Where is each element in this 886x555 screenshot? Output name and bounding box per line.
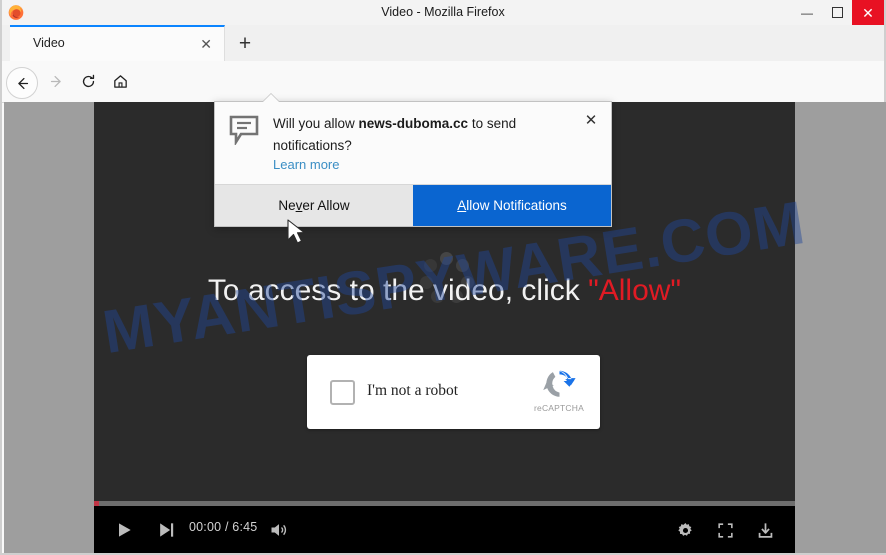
- title-bar: Video - Mozilla Firefox — ✕: [2, 0, 884, 26]
- fullscreen-icon: [717, 522, 733, 538]
- recaptcha-logo-icon: [543, 367, 576, 400]
- next-track-icon: [160, 523, 174, 537]
- recaptcha-checkbox[interactable]: [330, 380, 355, 405]
- notification-permission-popup: Will you allow news-duboma.cc to send no…: [214, 94, 612, 227]
- volume-button[interactable]: [267, 518, 291, 542]
- popup-message: Will you allow news-duboma.cc to send no…: [273, 113, 561, 157]
- tab-strip: Video ✕ +: [2, 25, 884, 62]
- fullscreen-button[interactable]: [713, 518, 737, 542]
- recaptcha-widget[interactable]: I'm not a robot reCAPTCHA: [307, 355, 600, 429]
- popup-message-host: news-duboma.cc: [358, 116, 469, 131]
- navigation-toolbar: https://news-duboma.cc/lands/44/?site=10…: [2, 61, 884, 157]
- learn-more-link[interactable]: Learn more: [273, 157, 339, 172]
- allow-notifications-label: Allow Notifications: [457, 198, 567, 213]
- minimize-button[interactable]: —: [792, 0, 822, 25]
- new-tab-button[interactable]: +: [230, 29, 260, 59]
- popup-message-prefix: Will you allow: [273, 116, 359, 131]
- maximize-icon: [831, 7, 843, 18]
- back-button[interactable]: [6, 67, 38, 99]
- popup-close-button[interactable]: ✕: [581, 111, 601, 131]
- never-allow-button[interactable]: Never Allow: [215, 185, 413, 226]
- never-allow-label: Never Allow: [278, 198, 350, 213]
- play-icon: [119, 523, 131, 537]
- tab-label: Video: [33, 36, 65, 50]
- play-button[interactable]: [112, 518, 136, 542]
- home-icon: [114, 75, 127, 88]
- tab-video[interactable]: Video ✕: [10, 25, 225, 61]
- download-button[interactable]: [753, 518, 777, 542]
- headline-text: To access to the video, click: [207, 274, 589, 307]
- window-title: Video - Mozilla Firefox: [381, 5, 505, 19]
- recaptcha-label: I'm not a robot: [367, 382, 459, 399]
- reload-icon: [82, 74, 95, 88]
- headline-allow-highlight: "Allow": [588, 274, 682, 307]
- browser-window: Video - Mozilla Firefox — ✕ Video ✕ + To…: [0, 0, 886, 555]
- download-icon: [758, 522, 772, 538]
- close-icon: ✕: [862, 4, 874, 21]
- gear-icon: [677, 522, 692, 536]
- allow-notifications-button[interactable]: Allow Notifications: [413, 185, 611, 226]
- popup-button-row: Never Allow Allow Notifications: [215, 184, 611, 226]
- speech-bubble-icon: [229, 115, 259, 147]
- video-player-controls: 00:00 / 6:45: [94, 506, 795, 553]
- minimize-icon: —: [801, 5, 813, 20]
- reload-button[interactable]: [74, 67, 103, 96]
- time-display: 00:00 / 6:45: [189, 520, 258, 534]
- forward-button[interactable]: [42, 67, 71, 96]
- volume-icon: [271, 524, 287, 536]
- popup-arrow-icon: [263, 94, 279, 102]
- maximize-button[interactable]: [822, 0, 852, 25]
- tab-close-icon[interactable]: ✕: [200, 35, 212, 53]
- home-button[interactable]: [106, 67, 135, 96]
- page-headline: To access to the video, click "Allow": [94, 274, 795, 308]
- settings-gear-button[interactable]: [673, 518, 697, 542]
- recaptcha-brand-label: reCAPTCHA: [534, 403, 584, 413]
- back-arrow-icon: [17, 77, 28, 89]
- close-window-button[interactable]: ✕: [852, 0, 884, 25]
- next-track-button[interactable]: [154, 518, 178, 542]
- forward-arrow-icon: [50, 75, 61, 88]
